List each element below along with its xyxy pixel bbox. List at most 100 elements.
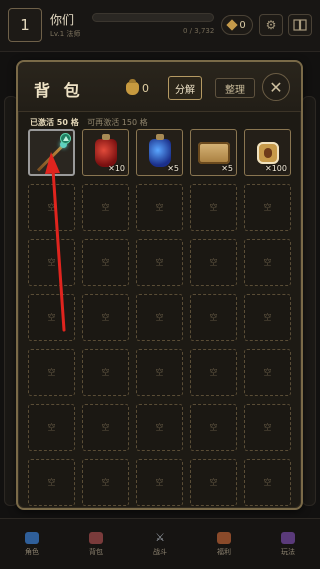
red-potion-icon: [94, 133, 117, 167]
empty-slot-label: 空: [209, 423, 218, 432]
empty-slot-label: 空: [101, 478, 110, 487]
inventory-slot-empty[interactable]: 空: [136, 404, 183, 451]
inventory-slot-empty[interactable]: 空: [244, 184, 291, 231]
empty-slot-label: 空: [209, 368, 218, 377]
item-quantity: ✕5: [221, 164, 233, 173]
inventory-slot-empty[interactable]: 空: [244, 404, 291, 451]
empty-slot-label: 空: [209, 258, 218, 267]
empty-slot-label: 空: [263, 368, 272, 377]
empty-slot-label: 空: [47, 368, 56, 377]
close-icon: ✕: [269, 77, 283, 97]
item-quantity: ✕100: [265, 164, 287, 173]
diamond-counter[interactable]: 0: [221, 15, 253, 35]
inventory-slot-empty[interactable]: 空: [136, 349, 183, 396]
inventory-slot-scroll[interactable]: ✕5: [190, 129, 237, 176]
nav-label: 背包: [89, 547, 103, 556]
top-bar: 1 你们 Lv.1 法师 0 / 3,732 0 ⚙: [0, 0, 320, 52]
exp-text: 0 / 3,732: [183, 27, 215, 35]
inventory-slot-blue-potion[interactable]: ✕5: [136, 129, 183, 176]
bag-title: 背 包: [34, 81, 84, 100]
empty-slot-label: 空: [263, 203, 272, 212]
empty-slot-label: 空: [101, 368, 110, 377]
level-badge[interactable]: 1: [8, 8, 42, 42]
inventory-slot-red-potion[interactable]: ✕10: [82, 129, 129, 176]
inventory-slot-empty[interactable]: 空: [136, 184, 183, 231]
inventory-slot-empty[interactable]: 空: [190, 294, 237, 341]
inventory-slot-empty[interactable]: 空: [244, 349, 291, 396]
empty-slot-label: 空: [101, 313, 110, 322]
player-class-level: Lv.1 法师: [50, 30, 81, 38]
backpack-icon: [89, 531, 103, 544]
book-icon: [293, 19, 307, 31]
bag-header: 背 包 0 分解 整理 ✕: [18, 62, 301, 112]
empty-slot-label: 空: [155, 313, 164, 322]
inventory-slot-empty[interactable]: 空: [82, 459, 129, 506]
player-name: 你们: [50, 13, 75, 27]
inventory-slot-empty[interactable]: 空: [82, 184, 129, 231]
gift-icon: [217, 531, 231, 544]
inventory-slot-empty[interactable]: 空: [28, 184, 75, 231]
empty-slot-label: 空: [263, 313, 272, 322]
empty-slot-label: 空: [209, 203, 218, 212]
book-button[interactable]: [288, 14, 312, 36]
inventory-slot-empty[interactable]: 空: [190, 184, 237, 231]
empty-slot-label: 空: [155, 203, 164, 212]
empty-slot-label: 空: [263, 478, 272, 487]
capacity-active: 已激活 50 格: [30, 118, 79, 127]
inventory-slot-empty[interactable]: 空: [190, 459, 237, 506]
level-number: 1: [20, 16, 30, 34]
nav-label: 玩法: [281, 547, 295, 556]
nav-item-battle[interactable]: ⚔ 战斗: [128, 519, 192, 569]
inventory-slot-empty[interactable]: 空: [190, 239, 237, 286]
empty-slot-label: 空: [155, 368, 164, 377]
empty-slot-label: 空: [101, 258, 110, 267]
inventory-slot-empty[interactable]: 空: [28, 349, 75, 396]
inventory-slot-empty[interactable]: 空: [244, 459, 291, 506]
close-button[interactable]: ✕: [262, 73, 290, 101]
empty-slot-label: 空: [263, 423, 272, 432]
inventory-slot-empty[interactable]: 空: [28, 239, 75, 286]
nav-item-character[interactable]: 角色: [0, 519, 64, 569]
nav-label: 福利: [217, 547, 231, 556]
nav-item-welfare[interactable]: 福利: [192, 519, 256, 569]
inventory-slot-empty[interactable]: 空: [82, 294, 129, 341]
empty-slot-label: 空: [47, 478, 56, 487]
inventory-slot-empty[interactable]: 空: [190, 349, 237, 396]
bottom-nav: 角色 背包 ⚔ 战斗 福利 玩法: [0, 518, 320, 569]
bag-modal: 背 包 0 分解 整理 ✕ 已激活 50 格 可再激活 150 格 ✕10 ✕5: [16, 60, 303, 510]
gold-counter: 0: [126, 77, 162, 99]
item-quantity: ✕10: [108, 164, 125, 173]
nav-item-backpack[interactable]: 背包: [64, 519, 128, 569]
empty-slot-label: 空: [209, 313, 218, 322]
inventory-slot-empty[interactable]: 空: [136, 294, 183, 341]
item-quantity: ✕5: [167, 164, 179, 173]
inventory-slot-empty[interactable]: 空: [82, 349, 129, 396]
settings-button[interactable]: ⚙: [259, 14, 283, 36]
gear-icon: ⚙: [265, 18, 277, 32]
blue-potion-icon: [148, 133, 171, 167]
scroll-icon: [197, 141, 230, 164]
inventory-slot-empty[interactable]: 空: [28, 404, 75, 451]
inventory-slot-empty[interactable]: 空: [136, 459, 183, 506]
inventory-slot-empty[interactable]: 空: [244, 239, 291, 286]
empty-slot-label: 空: [47, 423, 56, 432]
diamond-icon: [226, 19, 238, 31]
capacity-more: 可再激活 150 格: [87, 118, 148, 127]
inventory-slot-pouch[interactable]: ✕100: [244, 129, 291, 176]
inventory-slot-empty[interactable]: 空: [82, 239, 129, 286]
nav-item-gameplay[interactable]: 玩法: [256, 519, 320, 569]
pouch-icon: [256, 141, 279, 164]
character-icon: [25, 531, 39, 544]
empty-slot-label: 空: [101, 423, 110, 432]
inventory-slot-empty[interactable]: 空: [190, 404, 237, 451]
inventory-slot-empty[interactable]: 空: [82, 404, 129, 451]
sort-button[interactable]: 整理: [215, 78, 255, 98]
nav-label: 角色: [25, 547, 39, 556]
decompose-button[interactable]: 分解: [168, 76, 202, 100]
background-panel-right: [302, 96, 316, 506]
inventory-slot-staff[interactable]: [28, 129, 75, 176]
inventory-slot-empty[interactable]: 空: [28, 294, 75, 341]
inventory-slot-empty[interactable]: 空: [136, 239, 183, 286]
inventory-slot-empty[interactable]: 空: [244, 294, 291, 341]
inventory-slot-empty[interactable]: 空: [28, 459, 75, 506]
